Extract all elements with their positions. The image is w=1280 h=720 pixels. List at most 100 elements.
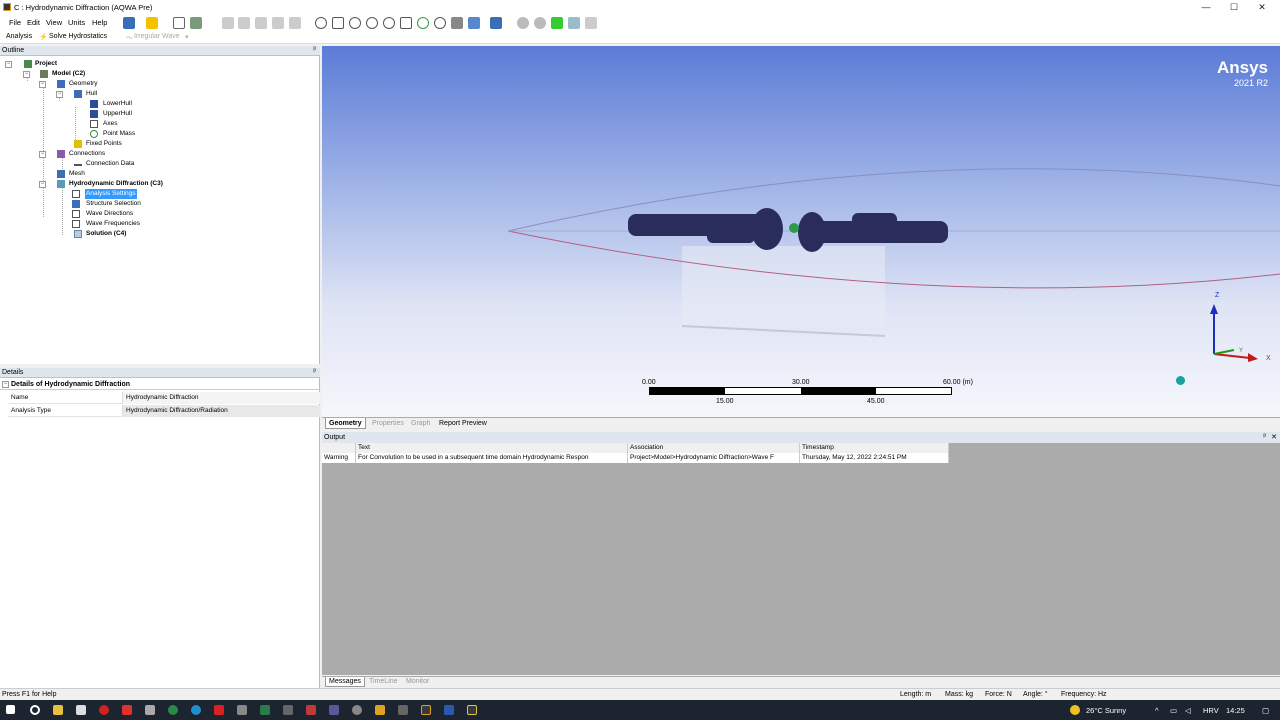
solve-hydrostatics-button[interactable]: Solve Hydrostatics [49,33,107,40]
collapse-icon[interactable]: − [2,381,9,388]
app-icon[interactable] [145,705,155,715]
legend-icon[interactable] [568,17,580,29]
edges-icon[interactable] [534,17,546,29]
weather-text[interactable]: 26°C Sunny [1086,706,1126,715]
tray-arrow-icon[interactable]: ^ [1155,706,1159,715]
app-icon[interactable] [237,705,247,715]
chrome-icon[interactable] [168,705,178,715]
rotate-icon[interactable] [315,17,327,29]
tab-properties[interactable]: Properties [369,418,407,429]
collapse-icon[interactable]: − [5,61,12,68]
tree-node-project[interactable]: Project [35,59,57,69]
image-icon[interactable] [190,17,202,29]
tab-report-preview[interactable]: Report Preview [436,418,490,429]
details-group-header[interactable]: − Details of Hydrodynamic Diffraction [0,380,320,390]
tree-node-mesh[interactable]: Mesh [69,169,85,179]
message-type[interactable]: Warning [322,453,356,463]
tree-node-wave-directions[interactable]: Wave Directions [86,209,133,219]
zoom-out-icon[interactable] [434,17,446,29]
details-value[interactable]: Hydrodynamic Diffraction [122,392,320,404]
annotate-icon[interactable] [173,17,185,29]
tree-node-structure-selection[interactable]: Structure Selection [86,199,141,209]
chevron-down-icon[interactable]: ▾ [185,33,189,41]
tree-node-hull[interactable]: Hull [86,89,97,99]
browser-icon[interactable] [122,705,132,715]
app-icon[interactable] [99,705,109,715]
app-icon[interactable] [375,705,385,715]
language-indicator[interactable]: HRV [1203,706,1219,715]
mesh-icon[interactable] [551,17,563,29]
magnify-icon[interactable] [417,17,429,29]
tree-node-geometry[interactable]: Geometry [69,79,98,89]
collapse-icon[interactable]: − [56,91,63,98]
collapse-icon[interactable]: − [39,81,46,88]
tree-node-lowerhull[interactable]: LowerHull [103,99,132,109]
ruler-icon[interactable] [585,17,597,29]
menu-help[interactable]: Help [92,18,107,27]
menu-view[interactable]: View [46,18,62,27]
pin-icon[interactable]: ᵖ [313,46,316,53]
menu-file[interactable]: File [9,18,21,27]
menu-units[interactable]: Units [68,18,85,27]
tree-node-connection-data[interactable]: Connection Data [86,159,134,169]
ansys-icon[interactable] [421,705,431,715]
zoom-window-icon[interactable] [400,17,412,29]
view-cube-icon[interactable] [490,17,502,29]
tree-node-hydrodynamic-diffraction[interactable]: Hydrodynamic Diffraction (C3) [69,179,163,189]
tree-node-connections[interactable]: Connections [69,149,105,159]
tree-node-wave-frequencies[interactable]: Wave Frequencies [86,219,140,229]
app-icon[interactable] [306,705,316,715]
tab-messages[interactable]: Messages [325,677,365,687]
zoom-fit-icon[interactable] [383,17,395,29]
app-icon[interactable] [352,705,362,715]
tree-node-point-mass[interactable]: Point Mass [103,129,135,139]
tree-node-axes[interactable]: Axes [103,119,117,129]
app-icon[interactable] [283,705,293,715]
details-row[interactable]: Name Hydrodynamic Diffraction [8,392,320,404]
start-icon[interactable] [6,705,15,714]
zoom-icon[interactable] [349,17,361,29]
select-body-icon[interactable] [289,17,301,29]
menu-edit[interactable]: Edit [27,18,40,27]
message-timestamp[interactable]: Thursday, May 12, 2022 2:24:51 PM [800,453,949,463]
word-icon[interactable] [444,705,454,715]
tree-node-solution[interactable]: Solution (C4) [86,229,126,239]
irregular-wave-button[interactable]: Irregular Wave [134,33,180,40]
file-explorer-icon[interactable] [53,705,63,715]
tree-node-fixed-points[interactable]: Fixed Points [86,139,122,149]
collapse-icon[interactable]: − [23,71,30,78]
tab-monitor[interactable]: Monitor [403,677,432,687]
details-value[interactable]: Hydrodynamic Diffraction/Radiation [122,405,320,417]
pin-icon[interactable]: ᵖ [1263,433,1266,440]
tree-node-model[interactable]: Model (C2) [52,69,85,79]
calendar-icon[interactable] [76,705,86,715]
message-text[interactable]: For Convolution to be used in a subseque… [356,453,628,463]
next-view-icon[interactable] [468,17,480,29]
notification-icon[interactable]: ▢ [1262,706,1269,715]
tab-geometry[interactable]: Geometry [325,418,366,429]
message-association[interactable]: Project>Model>Hydrodynamic Diffraction>W… [628,453,800,463]
column-header-timestamp[interactable]: Timestamp [800,443,949,453]
app-icon[interactable] [329,705,339,715]
column-header-association[interactable]: Association [628,443,800,453]
collapse-icon[interactable]: − [39,181,46,188]
select-edge-icon[interactable] [255,17,267,29]
isometric-ball-icon[interactable] [1176,376,1185,385]
excel-icon[interactable] [260,705,270,715]
tree-node-analysis-settings[interactable]: Analysis Settings [85,189,137,199]
save-icon[interactable] [123,17,135,29]
pin-icon[interactable]: ᵖ [313,368,316,375]
aqwa-icon[interactable] [467,705,477,715]
app-icon[interactable] [398,705,408,715]
analysis-button[interactable]: Analysis [6,33,32,40]
network-icon[interactable]: ▭ [1170,706,1177,715]
tab-graph[interactable]: Graph [408,418,433,429]
close-icon[interactable]: ✕ [1271,433,1277,441]
clock[interactable]: 14:25 [1226,706,1245,715]
search-icon[interactable] [30,705,40,715]
edge-icon[interactable] [191,705,201,715]
select-face-icon[interactable] [238,17,250,29]
pan-icon[interactable] [332,17,344,29]
tree-node-upperhull[interactable]: UpperHull [103,109,132,119]
select-icon[interactable] [222,17,234,29]
